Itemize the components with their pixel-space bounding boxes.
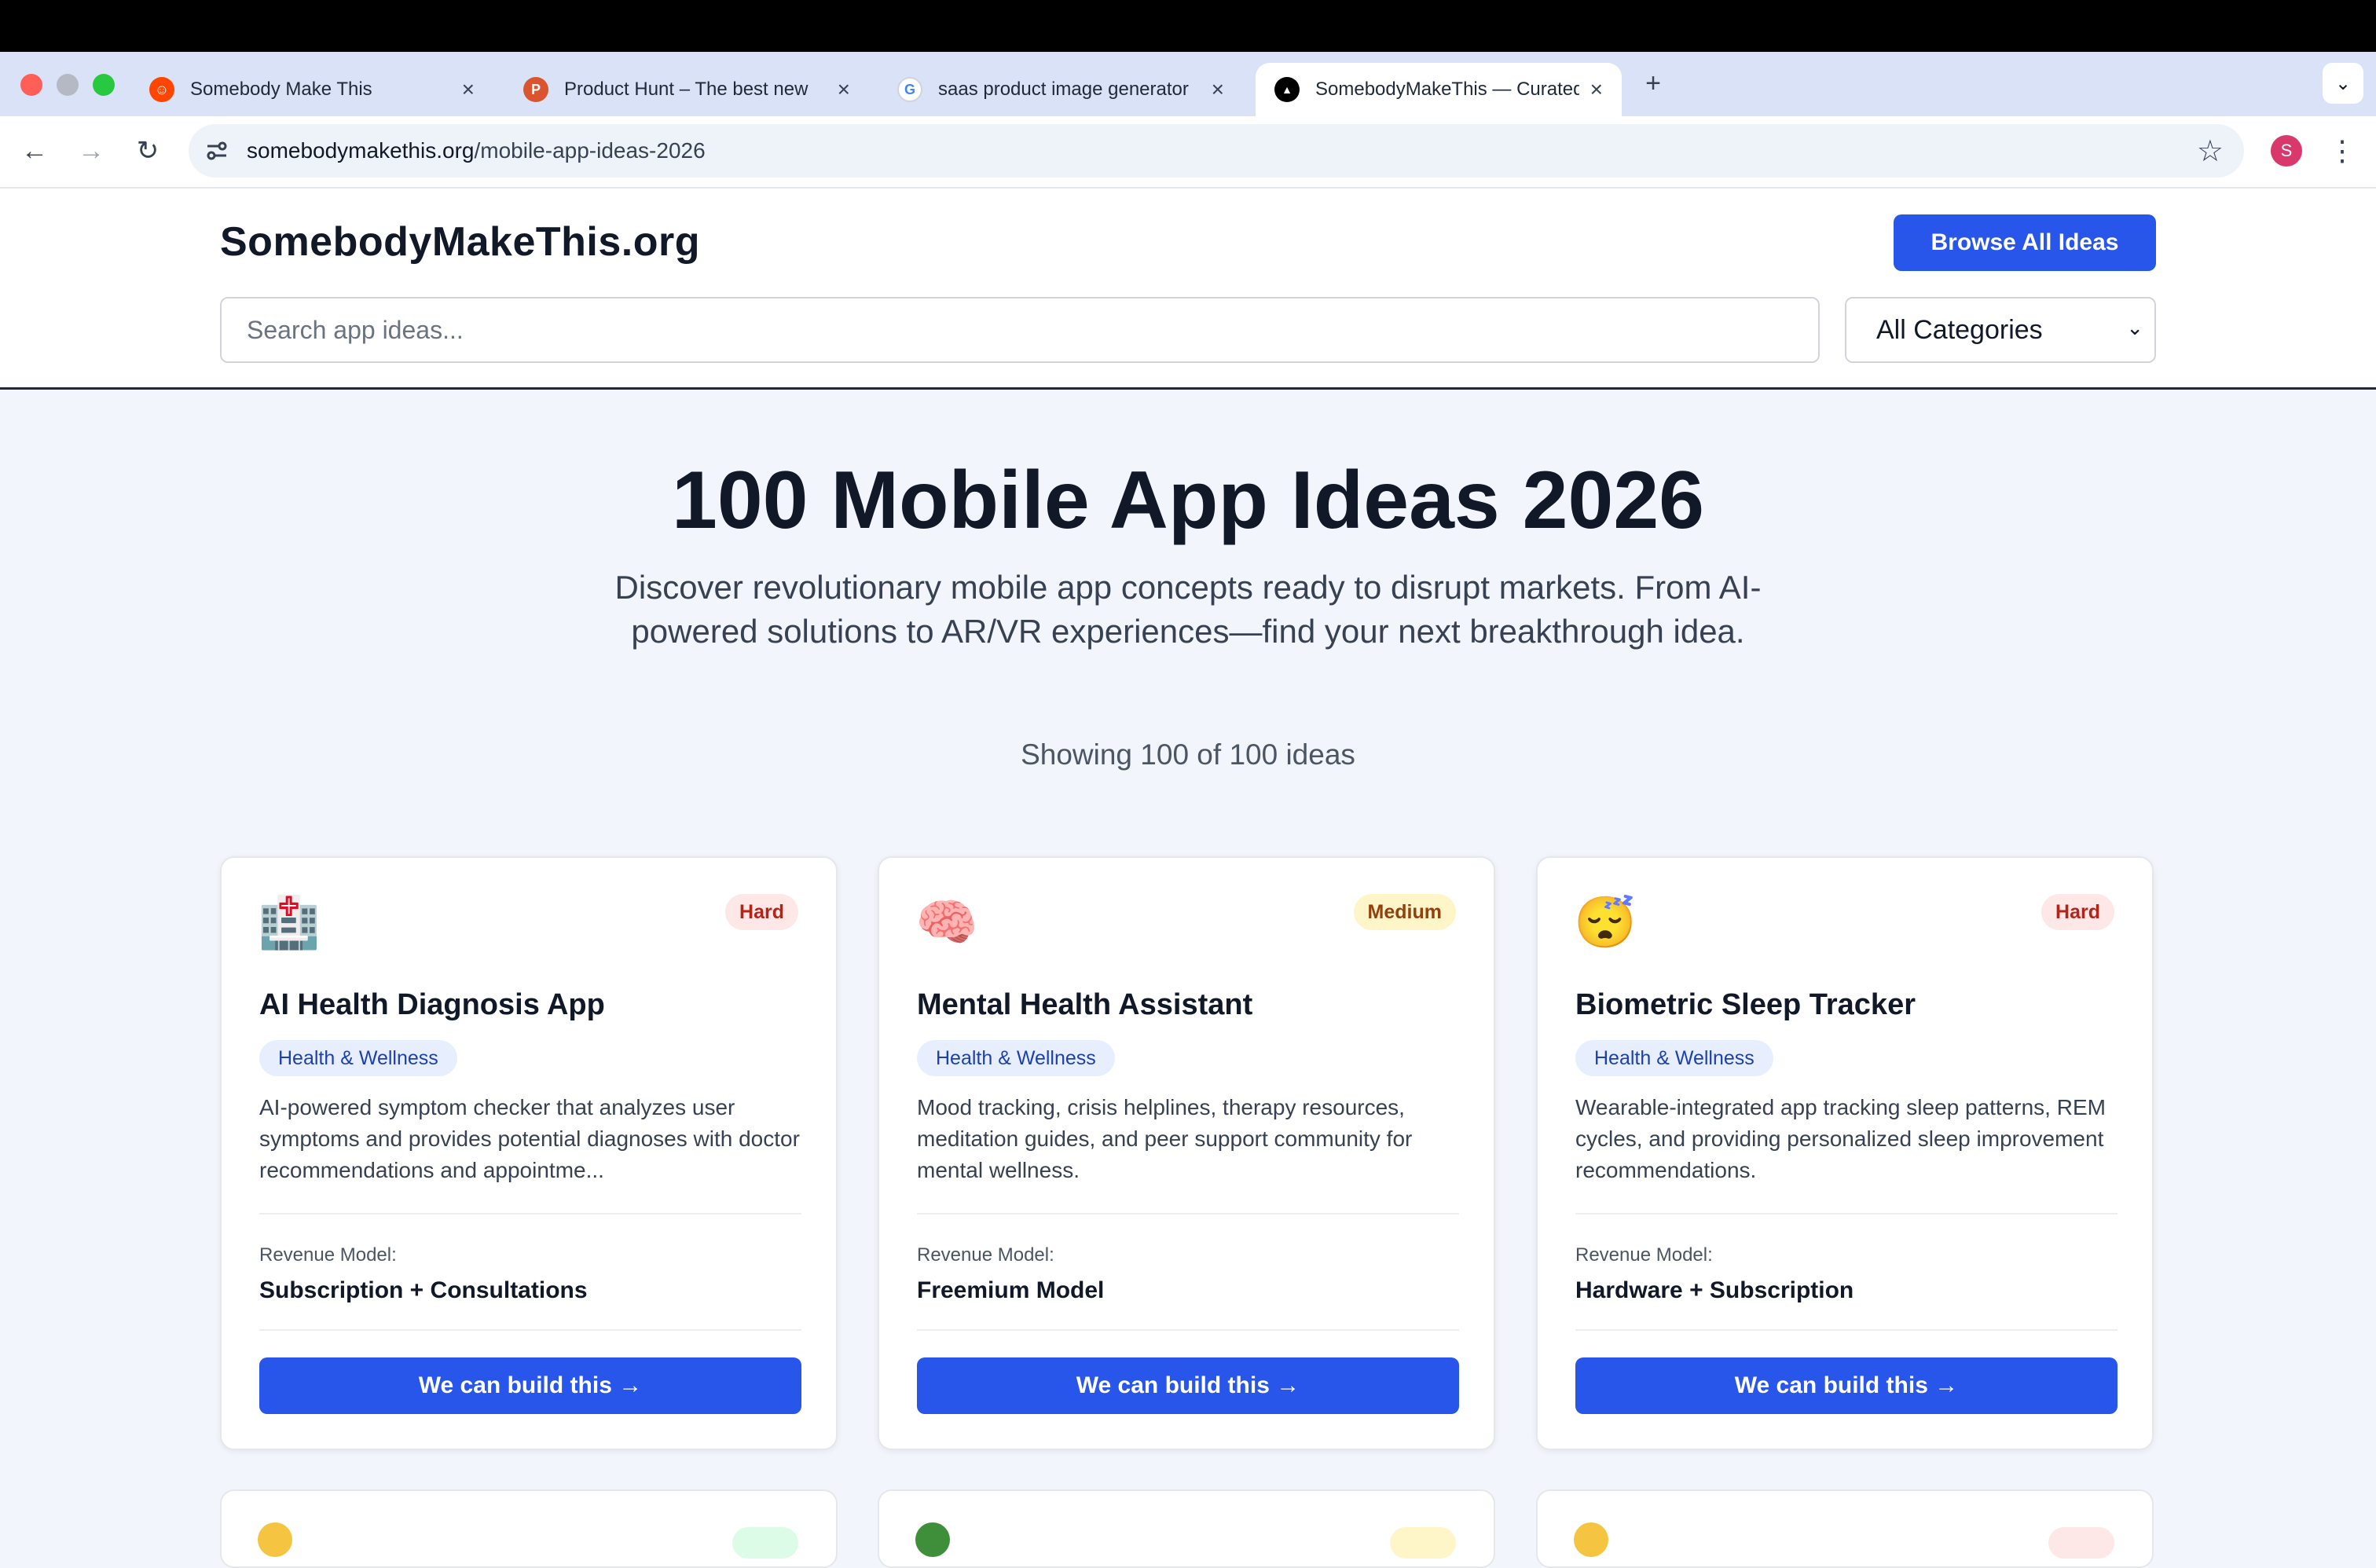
tab-title: SomebodyMakeThis — Curated [1315, 79, 1579, 100]
arrow-left-icon: ← [21, 135, 48, 166]
idea-card-partial [220, 1489, 838, 1568]
revenue-model: Freemium Model [917, 1277, 1105, 1303]
page-title: 100 Mobile App Ideas 2026 [671, 455, 1704, 546]
tab-title: Somebody Make This [190, 79, 372, 100]
chevron-down-icon: ⌄ [2334, 72, 2352, 94]
idea-icon [258, 1522, 292, 1557]
product-hunt-icon: P [523, 77, 548, 102]
url-domain: somebodymakethis.org [247, 138, 475, 163]
window-close-button[interactable] [20, 74, 42, 96]
idea-title: Mental Health Assistant [917, 988, 1253, 1021]
triangle-logo-icon: ▲ [1274, 77, 1300, 102]
difficulty-badge [2048, 1527, 2114, 1559]
site-settings-icon[interactable] [204, 138, 229, 163]
divider [917, 1213, 1459, 1214]
bookmark-star-icon[interactable]: ☆ [2197, 134, 2224, 169]
hospital-icon: 🏥 [258, 894, 321, 951]
idea-title: Biometric Sleep Tracker [1575, 988, 1916, 1021]
arrow-right-icon: → [78, 135, 104, 166]
reload-icon: ↻ [136, 136, 160, 166]
browser-toolbar: ← → ↻ somebodymakethis.org/mobile-app-id… [0, 116, 2376, 189]
tab-title: saas product image generator [938, 79, 1189, 100]
page-subtitle: Discover revolutionary mobile app concep… [614, 569, 1762, 650]
category-tag: Health & Wellness [1575, 1040, 1773, 1076]
reddit-alien-icon: ☺ [149, 77, 174, 102]
idea-description: Wearable-integrated app tracking sleep p… [1575, 1095, 2106, 1182]
google-icon: G [897, 77, 922, 102]
url-text: somebodymakethis.org/mobile-app-ideas-20… [247, 138, 706, 163]
url-path: /mobile-app-ideas-2026 [474, 138, 706, 163]
tab-title: Product Hunt – The best new [564, 79, 808, 100]
reload-button[interactable]: ↻ [130, 134, 165, 168]
os-menu-bar [0, 0, 2376, 52]
category-tag: Health & Wellness [259, 1040, 457, 1076]
divider [1575, 1329, 2118, 1331]
difficulty-badge: Hard [2041, 894, 2114, 930]
browser-menu-button[interactable]: ⋮ [2328, 134, 2356, 168]
close-icon[interactable]: × [838, 77, 850, 102]
browser-tab-3[interactable]: ▲ SomebodyMakeThis — Curated × [1256, 63, 1622, 116]
browser-tab-0[interactable]: ☺ Somebody Make This × [130, 63, 493, 116]
forward-button[interactable]: → [74, 134, 108, 168]
difficulty-badge: Hard [725, 894, 798, 930]
revenue-model: Hardware + Subscription [1575, 1277, 1854, 1303]
idea-description: AI-powered symptom checker that analyzes… [259, 1095, 800, 1182]
idea-icon [1574, 1522, 1608, 1557]
sleeping-face-icon: 😴 [1574, 894, 1637, 951]
chevron-down-icon: ⌄ [2126, 316, 2143, 339]
build-this-button[interactable]: We can build this → [1575, 1357, 2118, 1414]
revenue-label: Revenue Model: [1575, 1244, 1713, 1266]
close-icon[interactable]: × [1212, 77, 1224, 102]
more-vertical-icon: ⋮ [2328, 134, 2356, 167]
brain-icon: 🧠 [915, 894, 978, 951]
idea-description: Mood tracking, crisis helplines, therapy… [917, 1095, 1413, 1182]
idea-card-partial [1536, 1489, 2154, 1568]
build-this-button[interactable]: We can build this → [259, 1357, 801, 1414]
idea-card-partial [878, 1489, 1495, 1568]
idea-card: 🏥 Hard AI Health Diagnosis App Health & … [220, 856, 838, 1450]
build-this-button[interactable]: We can build this → [917, 1357, 1459, 1414]
difficulty-badge: Medium [1353, 894, 1456, 930]
search-input[interactable] [220, 297, 1820, 363]
address-bar[interactable]: somebodymakethis.org/mobile-app-ideas-20… [189, 124, 2244, 178]
idea-card: 🧠 Medium Mental Health Assistant Health … [878, 856, 1495, 1450]
tab-search-button[interactable]: ⌄ [2323, 63, 2363, 104]
close-icon[interactable]: × [1590, 77, 1603, 102]
idea-card: 😴 Hard Biometric Sleep Tracker Health & … [1536, 856, 2154, 1450]
browser-tab-2[interactable]: G saas product image generator × [878, 63, 1243, 116]
back-button[interactable]: ← [17, 134, 52, 168]
browse-all-ideas-button[interactable]: Browse All Ideas [1894, 214, 2156, 271]
profile-initial: S [2280, 141, 2293, 160]
category-select-value: All Categories [1876, 315, 2043, 345]
divider [259, 1329, 801, 1331]
category-tag: Health & Wellness [917, 1040, 1115, 1076]
divider [259, 1213, 801, 1214]
difficulty-badge [1390, 1527, 1456, 1559]
revenue-label: Revenue Model: [917, 1244, 1054, 1266]
browser-tab-1[interactable]: P Product Hunt – The best new × [504, 63, 869, 116]
close-icon[interactable]: × [462, 77, 475, 102]
browser-tab-strip: ☺ Somebody Make This × P Product Hunt – … [0, 52, 2376, 148]
site-logo[interactable]: SomebodyMakeThis.org [220, 218, 700, 266]
new-tab-button[interactable]: + [1636, 66, 1670, 101]
idea-icon [915, 1522, 950, 1557]
category-select[interactable]: All Categories ⌄ [1845, 297, 2156, 363]
divider [917, 1329, 1459, 1331]
site-header: SomebodyMakeThis.org Browse All Ideas Al… [0, 189, 2376, 390]
results-count: Showing 100 of 100 ideas [1021, 738, 1355, 771]
revenue-label: Revenue Model: [259, 1244, 397, 1266]
window-zoom-button[interactable] [93, 74, 115, 96]
window-minimize-button[interactable] [57, 74, 79, 96]
profile-avatar[interactable]: S [2271, 135, 2302, 167]
divider [1575, 1213, 2118, 1214]
difficulty-badge [732, 1527, 798, 1559]
revenue-model: Subscription + Consultations [259, 1277, 588, 1303]
idea-title: AI Health Diagnosis App [259, 988, 605, 1021]
